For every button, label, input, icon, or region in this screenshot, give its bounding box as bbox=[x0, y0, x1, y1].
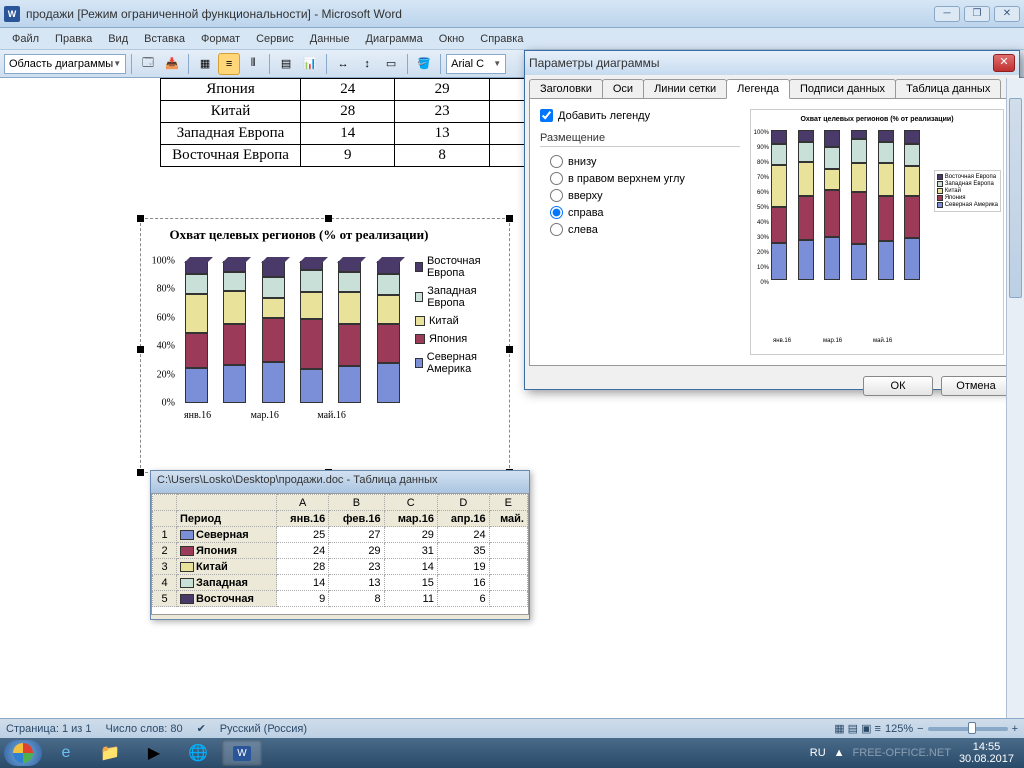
chart-type-button[interactable]: 📊 bbox=[299, 53, 321, 75]
dialog-tab[interactable]: Таблица данных bbox=[895, 79, 1001, 98]
window-title: продажи [Режим ограниченной функциональн… bbox=[26, 7, 934, 21]
font-combo[interactable]: Arial C▼ bbox=[446, 54, 506, 74]
dialog-tab[interactable]: Заголовки bbox=[529, 79, 603, 98]
menu-format[interactable]: Формат bbox=[193, 31, 248, 47]
taskbar-chrome[interactable]: 🌐 bbox=[178, 740, 218, 766]
system-tray: RU ▲ FREE-OFFICE.NET 14:55 30.08.2017 bbox=[810, 741, 1020, 765]
legend-item: Западная Европа bbox=[415, 285, 497, 309]
taskbar-word[interactable]: W bbox=[222, 740, 262, 766]
table-row: Япония2429 bbox=[161, 79, 540, 101]
datasheet-window[interactable]: C:\Users\Losko\Desktop\продажи.doc - Таб… bbox=[150, 470, 530, 620]
chart-element-combo[interactable]: Область диаграммы▼ bbox=[4, 54, 126, 74]
dialog-title: Параметры диаграммы bbox=[529, 56, 993, 70]
datasheet-button[interactable]: ▦ bbox=[194, 53, 216, 75]
menu-view[interactable]: Вид bbox=[100, 31, 136, 47]
legend-item: Китай bbox=[415, 315, 497, 327]
word-icon: W bbox=[4, 6, 20, 22]
embedded-chart[interactable]: Охват целевых регионов (% от реализации)… bbox=[140, 218, 510, 473]
zoom-slider[interactable] bbox=[928, 727, 1008, 731]
word-count[interactable]: Число слов: 80 bbox=[106, 723, 183, 735]
menu-insert[interactable]: Вставка bbox=[136, 31, 193, 47]
start-button[interactable] bbox=[4, 740, 42, 766]
table-row: Китай2823 bbox=[161, 101, 540, 123]
menu-edit[interactable]: Правка bbox=[47, 31, 100, 47]
placement-radio[interactable]: в правом верхнем углу bbox=[550, 172, 740, 185]
format-object-button[interactable]: 🗔 bbox=[137, 53, 159, 75]
zoom-out-button[interactable]: − bbox=[917, 723, 923, 735]
menu-chart[interactable]: Диаграмма bbox=[358, 31, 431, 47]
view-buttons[interactable]: ▦ ▤ ▣ ≡ bbox=[834, 722, 881, 735]
taskbar-ie[interactable]: e bbox=[46, 740, 86, 766]
datasheet-grid[interactable]: ABCDEПериодянв.16фев.16мар.16апр.16май.1… bbox=[151, 493, 529, 615]
dialog-titlebar: Параметры диаграммы ✕ bbox=[525, 51, 1019, 75]
by-column-button[interactable]: ⦀ bbox=[242, 53, 264, 75]
tray-date[interactable]: 30.08.2017 bbox=[959, 753, 1014, 765]
vertical-scrollbar[interactable] bbox=[1006, 78, 1024, 718]
table-row: Западная Европа1413 bbox=[161, 123, 540, 145]
taskbar-mediaplayer[interactable]: ▶ bbox=[134, 740, 174, 766]
page-indicator[interactable]: Страница: 1 из 1 bbox=[6, 723, 92, 735]
category-axis-button[interactable]: ↔ bbox=[332, 53, 354, 75]
dialog-close-button[interactable]: ✕ bbox=[993, 54, 1015, 72]
minimize-button[interactable]: ─ bbox=[934, 6, 960, 22]
menubar: Файл Правка Вид Вставка Формат Сервис Да… bbox=[0, 28, 1024, 50]
taskbar: e 📁 ▶ 🌐 W RU ▲ FREE-OFFICE.NET 14:55 30.… bbox=[0, 738, 1024, 768]
chart-preview: Охват целевых регионов (% от реализации)… bbox=[750, 109, 1004, 355]
dialog-tab[interactable]: Линии сетки bbox=[643, 79, 727, 98]
menu-tools[interactable]: Сервис bbox=[248, 31, 302, 47]
zoom-level[interactable]: 125% bbox=[885, 723, 913, 735]
menu-window[interactable]: Окно bbox=[431, 31, 473, 47]
taskbar-explorer[interactable]: 📁 bbox=[90, 740, 130, 766]
datasheet-title: C:\Users\Losko\Desktop\продажи.doc - Таб… bbox=[151, 471, 529, 493]
watermark: FREE-OFFICE.NET bbox=[853, 747, 951, 759]
tray-flag-icon[interactable]: ▲ bbox=[834, 747, 845, 759]
legend-item: Восточная Европа bbox=[415, 255, 497, 279]
fill-color-button[interactable]: 🪣 bbox=[413, 53, 435, 75]
placement-label: Размещение bbox=[540, 132, 740, 147]
tray-time[interactable]: 14:55 bbox=[959, 741, 1014, 753]
placement-radio[interactable]: вверху bbox=[550, 189, 740, 202]
by-row-button[interactable]: ≡ bbox=[218, 53, 240, 75]
chart-legend: Восточная Европа Западная Европа Китай Япон… bbox=[411, 251, 501, 423]
chart-options-dialog: Параметры диаграммы ✕ ЗаголовкиОсиЛинии … bbox=[524, 50, 1020, 390]
chart-title: Охват целевых регионов (% от реализации) bbox=[141, 219, 509, 247]
placement-radio[interactable]: справа bbox=[550, 206, 740, 219]
table-row: Восточная Европа98 bbox=[161, 145, 540, 167]
cancel-button[interactable]: Отмена bbox=[941, 376, 1011, 396]
proofing-icon[interactable]: ✔ bbox=[197, 722, 206, 735]
legend-item: Япония bbox=[415, 333, 497, 345]
menu-help[interactable]: Справка bbox=[472, 31, 531, 47]
add-legend-checkbox[interactable]: Добавить легенду bbox=[540, 109, 740, 122]
language-indicator[interactable]: Русский (Россия) bbox=[220, 723, 307, 735]
zoom-in-button[interactable]: + bbox=[1012, 723, 1018, 735]
placement-radio[interactable]: слева bbox=[550, 223, 740, 236]
restore-button[interactable]: ❐ bbox=[964, 6, 990, 22]
data-table-button[interactable]: ▤ bbox=[275, 53, 297, 75]
dialog-tab[interactable]: Подписи данных bbox=[789, 79, 896, 98]
dialog-tab[interactable]: Легенда bbox=[726, 79, 790, 99]
menu-file[interactable]: Файл bbox=[4, 31, 47, 47]
legend-button[interactable]: ▭ bbox=[380, 53, 402, 75]
titlebar: W продажи [Режим ограниченной функционал… bbox=[0, 0, 1024, 28]
data-table: Япония2429 Китай2823 Западная Европа1413… bbox=[160, 78, 540, 167]
ok-button[interactable]: ОК bbox=[863, 376, 933, 396]
menu-data[interactable]: Данные bbox=[302, 31, 358, 47]
dialog-tab[interactable]: Оси bbox=[602, 79, 644, 98]
tray-lang[interactable]: RU bbox=[810, 747, 826, 759]
close-button[interactable]: ✕ bbox=[994, 6, 1020, 22]
status-bar: Страница: 1 из 1 Число слов: 80 ✔ Русски… bbox=[0, 718, 1024, 738]
dialog-tabs: ЗаголовкиОсиЛинии сеткиЛегендаПодписи да… bbox=[525, 75, 1019, 98]
chart-plot: 0%20%40%60%80%100%янв.16мар.16май.16 bbox=[149, 251, 411, 423]
value-axis-button[interactable]: ↕ bbox=[356, 53, 378, 75]
placement-radio[interactable]: внизу bbox=[550, 155, 740, 168]
import-button[interactable]: 📥 bbox=[161, 53, 183, 75]
legend-item: Северная Америка bbox=[415, 351, 497, 375]
